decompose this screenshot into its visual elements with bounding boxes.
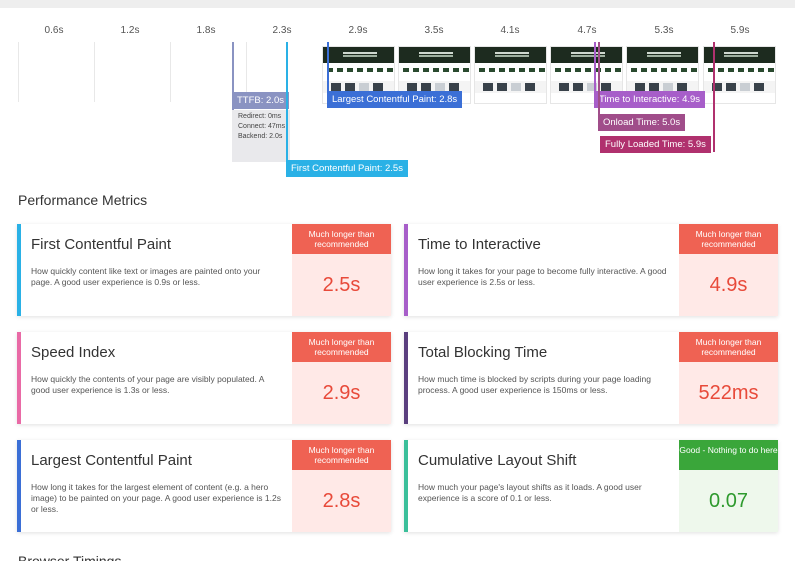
- onload-marker-label: Onload Time: 5.0s: [598, 114, 686, 131]
- metric-accent-bar: [404, 440, 408, 532]
- ttfb-marker-label: TTFB: 2.0s: [232, 92, 289, 109]
- top-divider: [0, 0, 795, 8]
- tti-marker-label: Time to Interactive: 4.9s: [594, 91, 706, 108]
- metric-status-badge: Much longer than recommended: [292, 440, 391, 470]
- metric-card-largest-contentful-paint[interactable]: Largest Contentful Paint How long it tak…: [17, 440, 391, 532]
- metric-accent-bar: [17, 440, 21, 532]
- metric-grade: Much longer than recommended 4.9s: [679, 224, 778, 316]
- metric-grade: Much longer than recommended 2.5s: [292, 224, 391, 316]
- metric-value: 2.8s: [322, 490, 361, 512]
- metric-name: Time to Interactive: [418, 236, 541, 253]
- ttfb-redirect: Redirect: 0ms: [238, 113, 282, 120]
- fully-loaded-marker-label: Fully Loaded Time: 5.9s: [600, 136, 711, 153]
- timeline-tick: 4.1s: [500, 25, 520, 36]
- timeline-tick: 0.6s: [44, 25, 64, 36]
- metric-value: 2.9s: [322, 382, 361, 404]
- metric-description: How much your page's layout shifts as it…: [418, 482, 642, 503]
- timeline-tick: 1.8s: [196, 25, 216, 36]
- timeline-tick: 3.5s: [424, 25, 444, 36]
- metric-card-time-to-interactive[interactable]: Time to Interactive How long it takes fo…: [404, 224, 778, 316]
- ttfb-backend: Backend: 2.0s: [238, 133, 283, 140]
- metric-grade: Good - Nothing to do here 0.07: [679, 440, 778, 532]
- ttfb-connect: Connect: 47ms: [238, 123, 286, 130]
- metric-name: Cumulative Layout Shift: [418, 452, 577, 469]
- metric-accent-bar: [17, 332, 21, 424]
- timeline-tick: 5.3s: [654, 25, 674, 36]
- metric-description: How much time is blocked by scripts duri…: [418, 374, 651, 395]
- timeline-tick: 2.3s: [272, 25, 292, 36]
- metric-name: Speed Index: [31, 344, 116, 361]
- metric-description: How long it takes for the largest elemen…: [31, 482, 281, 514]
- timeline-tick: 4.7s: [577, 25, 597, 36]
- timeline-gridline: [94, 42, 95, 102]
- metric-accent-bar: [404, 224, 408, 316]
- timeline-tick: 2.9s: [348, 25, 368, 36]
- metric-status-badge: Much longer than recommended: [292, 224, 391, 254]
- metric-name: First Contentful Paint: [31, 236, 172, 253]
- metric-name: Largest Contentful Paint: [31, 452, 192, 469]
- fcp-marker-line: [286, 42, 288, 177]
- timeline-tick: 1.2s: [120, 25, 140, 36]
- metric-accent-bar: [404, 332, 408, 424]
- metric-description: How long it takes for your page to becom…: [418, 266, 667, 287]
- timeline-tick: 5.9s: [730, 25, 750, 36]
- metric-grade: Much longer than recommended 522ms: [679, 332, 778, 424]
- filmstrip-frame[interactable]: [474, 46, 547, 104]
- metric-status-badge: Much longer than recommended: [679, 224, 778, 254]
- metric-card-total-blocking-time[interactable]: Total Blocking Time How much time is blo…: [404, 332, 778, 424]
- fcp-marker-label: First Contentful Paint: 2.5s: [286, 160, 408, 177]
- metric-grade: Much longer than recommended 2.8s: [292, 440, 391, 532]
- performance-metrics-title: Performance Metrics: [18, 192, 148, 208]
- metric-card-speed-index[interactable]: Speed Index How quickly the contents of …: [17, 332, 391, 424]
- filmstrip-timeline: 0.6s 1.2s 1.8s 2.3s 2.9s 3.5s 4.1s 4.7s …: [0, 18, 795, 178]
- metric-value: 522ms: [698, 382, 759, 404]
- timeline-gridline: [18, 42, 19, 102]
- timeline-gridline: [170, 42, 171, 102]
- fully-loaded-marker-line: [713, 42, 715, 152]
- metric-accent-bar: [17, 224, 21, 316]
- browser-timings-title: Browser Timings: [18, 553, 122, 561]
- metric-card-first-contentful-paint[interactable]: First Contentful Paint How quickly conte…: [17, 224, 391, 316]
- metric-value: 2.5s: [322, 274, 361, 296]
- metric-description: How quickly content like text or images …: [31, 266, 261, 287]
- metric-value: 4.9s: [709, 274, 748, 296]
- metric-name: Total Blocking Time: [418, 344, 548, 361]
- metric-card-cumulative-layout-shift[interactable]: Cumulative Layout Shift How much your pa…: [404, 440, 778, 532]
- metric-value: 0.07: [709, 490, 748, 512]
- metric-description: How quickly the contents of your page ar…: [31, 374, 264, 395]
- lcp-marker-label: Largest Contentful Paint: 2.8s: [327, 91, 463, 108]
- metric-status-badge: Good - Nothing to do here: [679, 440, 778, 470]
- metric-status-badge: Much longer than recommended: [679, 332, 778, 362]
- metric-status-badge: Much longer than recommended: [292, 332, 391, 362]
- metric-grade: Much longer than recommended 2.9s: [292, 332, 391, 424]
